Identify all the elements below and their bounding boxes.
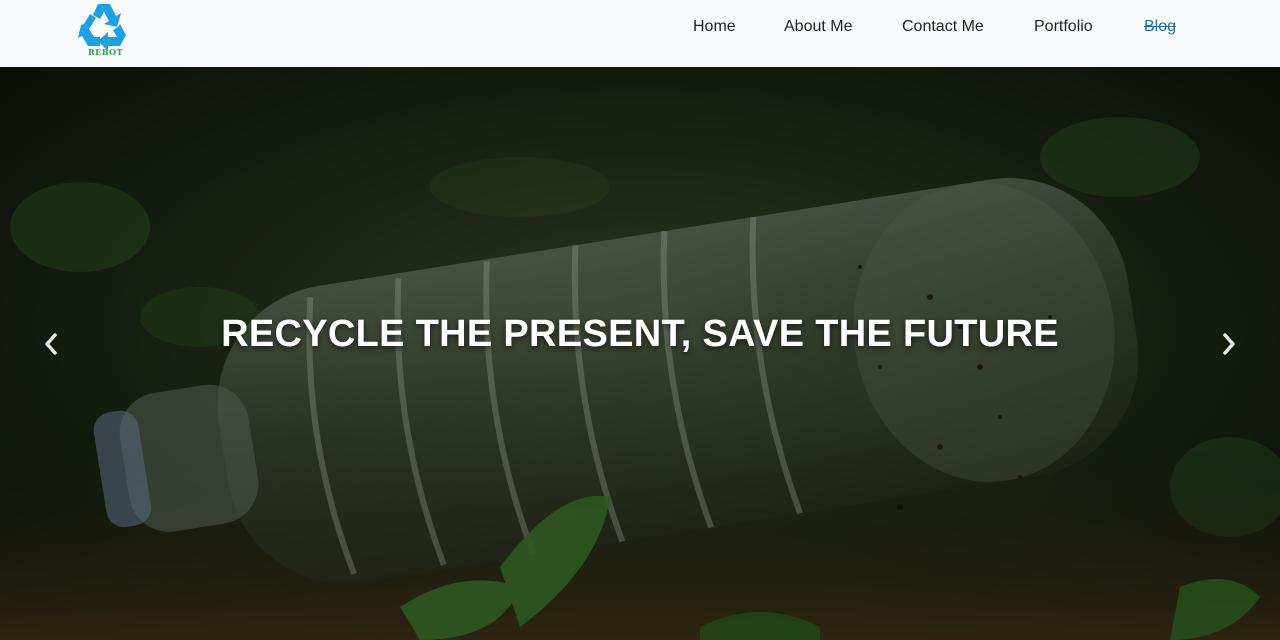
chevron-left-icon [45,333,57,355]
nav-about-link[interactable]: About Me [784,18,852,36]
hero-carousel: RECYCLE THE PRESENT, SAVE THE FUTURE [0,67,1280,640]
main-nav: Home About Me Contact Me Portfolio Blog [0,18,1280,38]
nav-portfolio-link[interactable]: Portfolio [1034,18,1093,36]
carousel-prev-button[interactable] [37,329,65,359]
carousel-next-button[interactable] [1215,329,1243,359]
navbar: REBOT Home About Me Contact Me Portfolio… [0,0,1280,67]
nav-home-link[interactable]: Home [693,18,736,36]
chevron-right-icon [1223,333,1235,355]
logo-text: REBOT [88,47,124,57]
hero-title: RECYCLE THE PRESENT, SAVE THE FUTURE [221,313,1059,355]
nav-contact-link[interactable]: Contact Me [902,18,984,36]
nav-blog-link[interactable]: Blog [1144,18,1176,36]
